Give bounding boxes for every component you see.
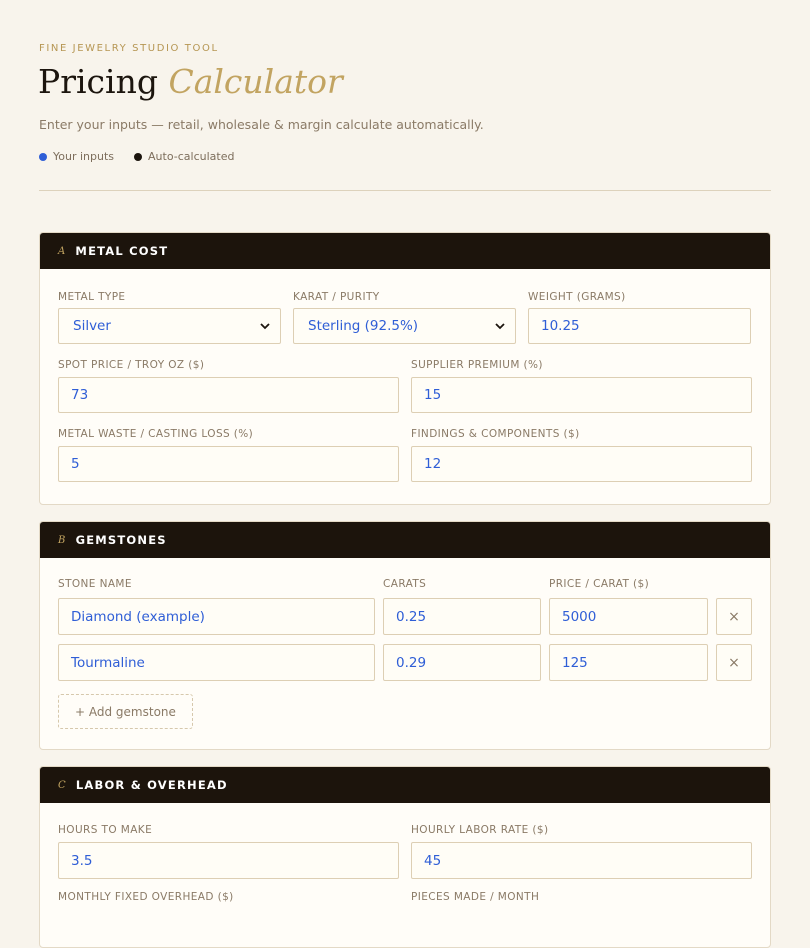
weight-input[interactable]: 10.25 — [528, 308, 751, 344]
spot-price-input[interactable]: 73 — [58, 377, 399, 413]
hours-label: HOURS TO MAKE — [58, 824, 153, 836]
section-title: METAL COST — [75, 244, 169, 258]
price-per-carat-header: PRICE / CARAT ($) — [549, 578, 650, 590]
gemstones-card: B GEMSTONES STONE NAME CARATS PRICE / CA… — [39, 521, 771, 750]
card-header: A METAL COST — [40, 233, 770, 269]
spot-price-label: SPOT PRICE / TROY OZ ($) — [58, 359, 205, 371]
remove-gemstone-button[interactable]: × — [716, 644, 752, 681]
legend: Your inputs Auto-calculated — [39, 150, 234, 163]
legend-item-auto: Auto-calculated — [134, 150, 234, 163]
karat-select[interactable]: Sterling (92.5%) — [293, 308, 516, 344]
page-title: Pricing Calculator — [38, 62, 343, 101]
price-per-carat-input[interactable]: 5000 — [549, 598, 708, 635]
stone-name-header: STONE NAME — [58, 578, 132, 590]
hourly-rate-label: HOURLY LABOR RATE ($) — [411, 824, 549, 836]
section-title: LABOR & OVERHEAD — [75, 778, 228, 792]
black-dot-icon — [134, 152, 143, 161]
findings-label: FINDINGS & COMPONENTS ($) — [411, 428, 580, 440]
karat-label: KARAT / PURITY — [293, 291, 380, 303]
add-gemstone-button[interactable]: + Add gemstone — [58, 694, 193, 729]
metal-cost-card: A METAL COST METAL TYPE Silver KARAT / P… — [39, 232, 771, 505]
karat-value: Sterling (92.5%) — [308, 318, 419, 334]
card-header: C LABOR & OVERHEAD — [40, 767, 770, 803]
labor-overhead-card: C LABOR & OVERHEAD HOURS TO MAKE 3.5 HOU… — [39, 766, 771, 948]
weight-label: WEIGHT (GRAMS) — [528, 291, 626, 303]
monthly-overhead-label: MONTHLY FIXED OVERHEAD ($) — [58, 891, 234, 903]
metal-waste-input[interactable]: 5 — [58, 446, 399, 482]
section-letter: B — [58, 534, 67, 546]
metal-type-select[interactable]: Silver — [58, 308, 281, 344]
section-letter: C — [58, 779, 67, 791]
supplier-premium-label: SUPPLIER PREMIUM (%) — [411, 359, 543, 371]
price-per-carat-input[interactable]: 125 — [549, 644, 708, 681]
hours-input[interactable]: 3.5 — [58, 842, 399, 879]
chevron-down-icon — [260, 323, 270, 330]
metal-type-value: Silver — [73, 318, 111, 334]
pieces-per-month-label: PIECES MADE / MONTH — [411, 891, 540, 903]
divider — [39, 190, 771, 191]
close-icon: × — [728, 654, 740, 671]
close-icon: × — [728, 608, 740, 625]
remove-gemstone-button[interactable]: × — [716, 598, 752, 635]
section-title: GEMSTONES — [75, 533, 167, 547]
hourly-rate-input[interactable]: 45 — [411, 842, 752, 879]
metal-type-label: METAL TYPE — [58, 291, 126, 303]
chevron-down-icon — [495, 323, 505, 330]
legend-label: Auto-calculated — [148, 150, 235, 163]
legend-item-inputs: Your inputs — [39, 150, 114, 163]
stone-name-input[interactable]: Tourmaline — [58, 644, 375, 681]
blue-dot-icon — [39, 152, 47, 161]
section-letter: A — [58, 245, 67, 257]
title-main: Pricing — [38, 62, 158, 101]
metal-waste-label: METAL WASTE / CASTING LOSS (%) — [58, 428, 254, 440]
findings-input[interactable]: 12 — [411, 446, 752, 482]
card-header: B GEMSTONES — [40, 522, 770, 558]
page-subtitle: Enter your inputs — retail, wholesale & … — [39, 117, 484, 132]
title-accent: Calculator — [168, 62, 343, 101]
carats-input[interactable]: 0.25 — [383, 598, 541, 635]
supplier-premium-input[interactable]: 15 — [411, 377, 752, 413]
eyebrow-label: FINE JEWELRY STUDIO TOOL — [39, 43, 219, 54]
legend-label: Your inputs — [53, 150, 115, 163]
carats-input[interactable]: 0.29 — [383, 644, 541, 681]
stone-name-input[interactable]: Diamond (example) — [58, 598, 375, 635]
carats-header: CARATS — [383, 578, 427, 590]
